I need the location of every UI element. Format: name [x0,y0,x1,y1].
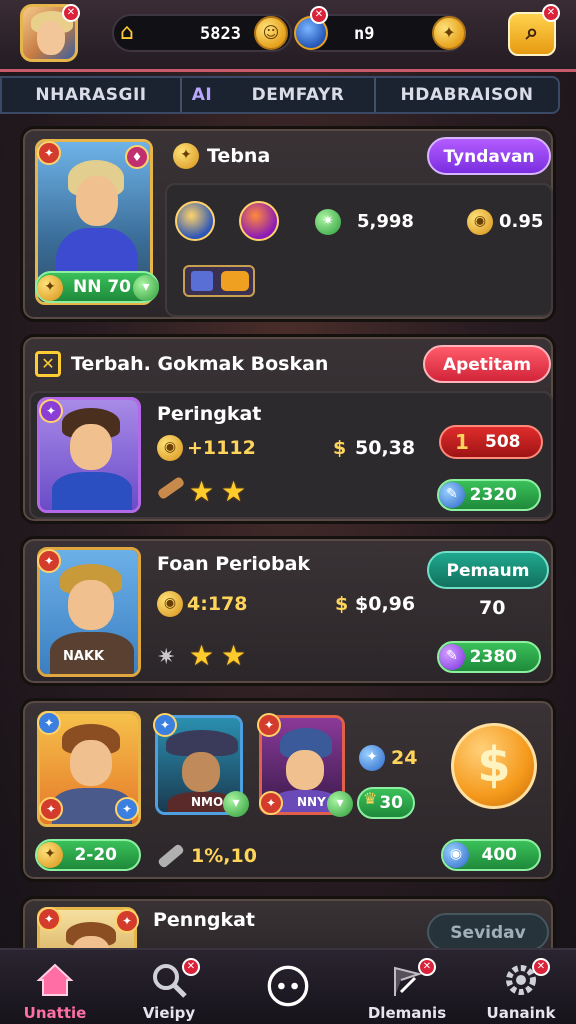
nav-settings[interactable]: ✕ Uanaink [466,950,576,1024]
mid-value: 1%,10 [191,845,257,867]
title-emblem-icon: ✦ [173,143,199,169]
star-icon: ★ [189,639,215,672]
hero-power: 4:178 [187,593,248,615]
hero-name: Foan Periobak [157,553,311,575]
search-icon: ⌕ [525,20,539,45]
nav-chat[interactable] [233,950,343,1024]
emblem-icon: ✦ [37,842,63,868]
nav-missions[interactable]: ✕ Dlemanis [352,950,462,1024]
hero-name: Penngkat [153,909,256,931]
tab-nharasgii[interactable]: NHARASGII [2,78,180,112]
hero-team-card[interactable]: ✦ ✦ ✦ ✦ NMO ▾ ✦ ✦ NNY ▾ ✦ 24 30 ♛ $ 2-20… [20,698,556,882]
class-badge-icon: ✦ [37,711,61,735]
hero-card-peringkat[interactable]: ✕ Terbah. Gokmak Boskan Apetitam ✦ Perin… [20,334,556,524]
star-icon: ★ [189,475,215,508]
nav-home[interactable]: Unattie [0,950,110,1024]
currency-symbol: $ [335,593,349,615]
coin-icon: ◉ [467,209,493,235]
rank-pill[interactable]: 1 508 [439,425,543,459]
apetitam-button[interactable]: Apetitam [423,345,551,383]
settings-notification-icon: ✕ [532,958,550,976]
level-emblem-icon: ✦ [37,275,63,301]
hero-nameplate: NMO [191,795,224,809]
sword-orb-icon[interactable] [239,201,279,241]
hero-ratio: 50,38 [355,437,416,459]
card-title: Tebna [207,145,271,167]
hero-nameplate: NNY [297,795,326,809]
hero-name: Peringkat [157,403,262,425]
class-badge-icon: ✦ [39,399,63,423]
level-up-icon: ▾ [327,791,353,817]
side-value: 70 [479,597,506,619]
class-badge-icon: ✦ [153,713,177,737]
level-up-icon: ▾ [133,275,159,301]
gold-coin-button[interactable]: $ [451,723,537,809]
nav-search-label: Vieipy [142,1004,196,1022]
sevidav-button[interactable]: Sevidav [427,913,549,951]
top-bar: ✕ ⌂ 5823 ☺ n9 ✦ ✕ ⌕ ✕ [0,0,576,72]
nav-missions-label: Dlemanis [367,1004,447,1022]
fire-badge-icon: ✦ [37,141,61,165]
nav-home-label: Unattie [23,1004,87,1022]
hero-power: +1112 [187,437,256,459]
gem-cluster-icon: ✷ [315,209,341,235]
search-nav-notification-icon: ✕ [182,958,200,976]
score-icon: ✎ [439,644,465,670]
gold-amount: 5823 [200,24,241,44]
chat-bubble-icon [267,965,309,1007]
bottom-navigation: Unattie ✕ Vieipy ✕ Dlemanis ✕ Uanaink [0,948,576,1024]
close-box-icon[interactable]: ✕ [35,351,61,377]
smiley-coin-icon: ☺ [254,16,288,50]
hero-ratio: $0,96 [355,593,416,615]
avatar-notification-icon: ✕ [62,4,80,22]
gem-amount: n9 [354,24,375,44]
emblem-coin-icon: ✦ [432,16,466,50]
tab-ai[interactable]: AI [182,78,222,112]
home-icon [36,963,74,996]
gear-icon: ✷ [157,645,176,670]
star-icon: ★ [221,639,247,672]
crown-icon: ♛ [363,789,378,808]
crystal-icon: ✦ [359,745,385,771]
gem-notification-icon: ✕ [310,6,328,24]
tab-demfayr[interactable]: DEMFAYR [222,78,374,112]
missions-notification-icon: ✕ [418,958,436,976]
power-icon: ◉ [157,435,183,461]
portrait-nameplate: NAKK [63,649,105,664]
hero-card-featured[interactable]: ✦ ♦ NN 70 ✦ ▾ ✦ Tebna Tyndavan ✷ 5,998 ◉… [20,126,556,322]
orb-icon: ◉ [443,842,469,868]
currency-symbol: $ [333,437,347,459]
fire-badge-icon: ✦ [257,713,281,737]
fire-badge-icon: ✦ [37,907,61,931]
nav-settings-label: Uanaink [486,1004,556,1022]
search-notification-icon: ✕ [542,4,560,22]
level-up-icon: ▾ [223,791,249,817]
tab-bar: NHARASGII AI DEMFAYR HDABRAISON [0,76,560,114]
rank-badge-icon: ✦ [115,909,139,933]
sword-icon [157,843,185,869]
rank-badge-icon: ♦ [125,145,149,169]
tyndavan-button[interactable]: Tyndavan [427,137,551,175]
fire-badge-icon: ✦ [37,549,61,573]
star-icon: ★ [221,475,247,508]
home-icon: ⌂ [120,20,134,45]
section-title: Terbah. Gokmak Boskan [71,353,329,375]
tab-hdabraison[interactable]: HDABRAISON [376,78,558,112]
shield-orb-icon[interactable] [175,201,215,241]
shield-badge-icon: ✦ [115,797,139,821]
weapon-badge-icon: ✦ [259,791,283,815]
score-icon: ✎ [439,482,465,508]
chest-item-icon[interactable] [183,265,255,297]
stat-a-value: 5,998 [357,211,414,232]
pemaum-button[interactable]: Pemaum [427,551,549,589]
power-icon: ◉ [157,591,183,617]
count-a: 24 [391,747,418,769]
hero-card-periobak[interactable]: ✦ NAKK Foan Periobak ◉ 4:178 $ $0,96 Pem… [20,536,556,686]
nav-search[interactable]: ✕ Vieipy [114,950,224,1024]
weapon-badge-icon: ✦ [39,797,63,821]
stat-b-value: 0.95 [499,211,544,232]
gold-counter[interactable]: ⌂ 5823 ☺ [112,14,292,52]
